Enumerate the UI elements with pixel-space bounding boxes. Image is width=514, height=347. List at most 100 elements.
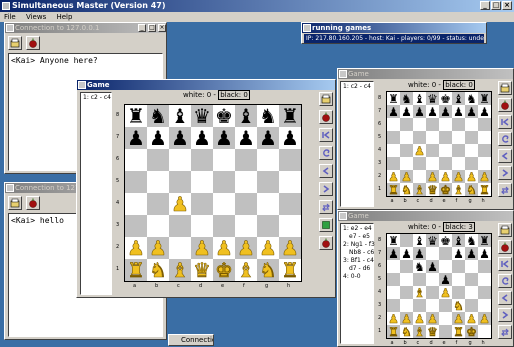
black-pawn[interactable]: ♟ — [440, 274, 451, 286]
square-g1[interactable]: ♞ — [465, 183, 478, 196]
white-pawn[interactable]: ♟ — [259, 238, 278, 259]
square-g6[interactable] — [257, 149, 279, 171]
black-queen[interactable]: ♛ — [193, 106, 211, 126]
square-d8[interactable]: ♛ — [426, 234, 439, 247]
square-a7[interactable]: ♟ — [387, 247, 400, 260]
white-knight[interactable]: ♞ — [453, 299, 464, 312]
move-list[interactable]: 1: c2 - c4 — [80, 92, 112, 295]
black-pawn[interactable]: ♟ — [401, 248, 412, 260]
black-bishop[interactable]: ♝ — [453, 235, 464, 247]
square-f6[interactable] — [235, 149, 257, 171]
black-pawn[interactable]: ♟ — [414, 106, 425, 118]
square-d8[interactable]: ♛ — [191, 105, 213, 127]
black-pawn[interactable]: ♟ — [427, 261, 438, 273]
square-e4[interactable] — [439, 144, 452, 157]
square-a4[interactable] — [387, 286, 400, 299]
move-item[interactable]: e7 - e5 — [343, 233, 371, 241]
black-queen[interactable]: ♛ — [427, 235, 438, 247]
square-g3[interactable] — [465, 299, 478, 312]
move-item[interactable]: 1: c2 - c4 — [343, 83, 371, 91]
square-e1[interactable]: ♚ — [439, 183, 452, 196]
square-f4[interactable] — [452, 286, 465, 299]
square-d3[interactable] — [426, 299, 439, 312]
square-h4[interactable] — [478, 286, 491, 299]
square-d4[interactable] — [426, 286, 439, 299]
square-e7[interactable]: ♟ — [213, 127, 235, 149]
running-game-item[interactable]: IP: 217.80.160.205 - host: Kai - players… — [304, 34, 484, 43]
white-pawn[interactable]: ♟ — [440, 170, 451, 183]
menu-help[interactable]: Help — [56, 13, 72, 21]
square-f2[interactable]: ♟ — [452, 170, 465, 183]
black-rook[interactable]: ♜ — [479, 93, 490, 105]
square-e2[interactable] — [439, 312, 452, 325]
white-pawn[interactable]: ♟ — [401, 170, 412, 183]
square-d4[interactable] — [191, 193, 213, 215]
square-h5[interactable] — [478, 131, 491, 144]
square-f3[interactable]: ♞ — [452, 299, 465, 312]
open-button[interactable] — [498, 81, 512, 95]
square-c1[interactable]: ♝ — [169, 259, 191, 281]
square-a8[interactable]: ♜ — [387, 234, 400, 247]
square-e6[interactable] — [439, 260, 452, 273]
square-d6[interactable] — [426, 118, 439, 131]
black-pawn[interactable]: ♟ — [479, 248, 490, 260]
white-pawn[interactable]: ♟ — [149, 238, 168, 259]
white-queen[interactable]: ♛ — [193, 260, 212, 281]
close-game-button[interactable] — [319, 110, 333, 124]
disconnect-button[interactable] — [26, 36, 40, 50]
square-h1[interactable] — [478, 325, 491, 338]
square-f3[interactable] — [452, 157, 465, 170]
square-c5[interactable] — [169, 171, 191, 193]
black-pawn[interactable]: ♟ — [479, 106, 490, 118]
open-button[interactable] — [8, 196, 22, 210]
white-bishop[interactable]: ♝ — [414, 286, 425, 299]
close-button[interactable]: × — [502, 1, 512, 10]
flip-board-button[interactable] — [498, 183, 512, 197]
square-f5[interactable] — [452, 273, 465, 286]
square-h8[interactable]: ♜ — [478, 234, 491, 247]
square-b7[interactable]: ♟ — [147, 127, 169, 149]
black-pawn[interactable]: ♟ — [259, 128, 277, 148]
square-b5[interactable] — [400, 273, 413, 286]
square-d1[interactable]: ♛ — [426, 183, 439, 196]
flip-board-button[interactable] — [319, 200, 333, 214]
square-h3[interactable] — [478, 157, 491, 170]
square-f4[interactable] — [452, 144, 465, 157]
white-pawn[interactable]: ♟ — [440, 286, 451, 299]
white-rook[interactable]: ♜ — [127, 260, 146, 281]
white-knight[interactable]: ♞ — [149, 260, 168, 281]
undo-button[interactable] — [319, 146, 333, 160]
square-d6[interactable]: ♟ — [426, 260, 439, 273]
square-a2[interactable]: ♟ — [387, 312, 400, 325]
square-g2[interactable]: ♟ — [257, 237, 279, 259]
square-g1[interactable]: ♚ — [465, 325, 478, 338]
first-move-button[interactable] — [319, 128, 333, 142]
square-g1[interactable]: ♞ — [257, 259, 279, 281]
square-h6[interactable] — [478, 118, 491, 131]
black-pawn[interactable]: ♟ — [171, 128, 189, 148]
square-c5[interactable] — [413, 131, 426, 144]
square-g4[interactable] — [257, 193, 279, 215]
black-pawn[interactable]: ♟ — [127, 128, 145, 148]
white-pawn[interactable]: ♟ — [237, 238, 256, 259]
square-a6[interactable] — [125, 149, 147, 171]
square-h4[interactable] — [279, 193, 301, 215]
square-c6[interactable] — [413, 118, 426, 131]
square-c3[interactable] — [413, 299, 426, 312]
white-king[interactable]: ♚ — [215, 260, 234, 281]
black-bishop[interactable]: ♝ — [414, 93, 425, 105]
square-h2[interactable]: ♟ — [478, 170, 491, 183]
close-game-button[interactable] — [498, 240, 512, 254]
white-pawn[interactable]: ♟ — [466, 170, 477, 183]
black-rook[interactable]: ♜ — [388, 235, 399, 247]
black-king[interactable]: ♚ — [215, 106, 233, 126]
white-knight[interactable]: ♞ — [259, 260, 278, 281]
square-e4[interactable] — [213, 193, 235, 215]
square-f8[interactable]: ♝ — [235, 105, 257, 127]
square-b6[interactable] — [400, 118, 413, 131]
square-c7[interactable]: ♟ — [413, 105, 426, 118]
square-h2[interactable]: ♟ — [478, 312, 491, 325]
square-c2[interactable] — [413, 170, 426, 183]
square-f6[interactable] — [452, 260, 465, 273]
square-a5[interactable] — [125, 171, 147, 193]
